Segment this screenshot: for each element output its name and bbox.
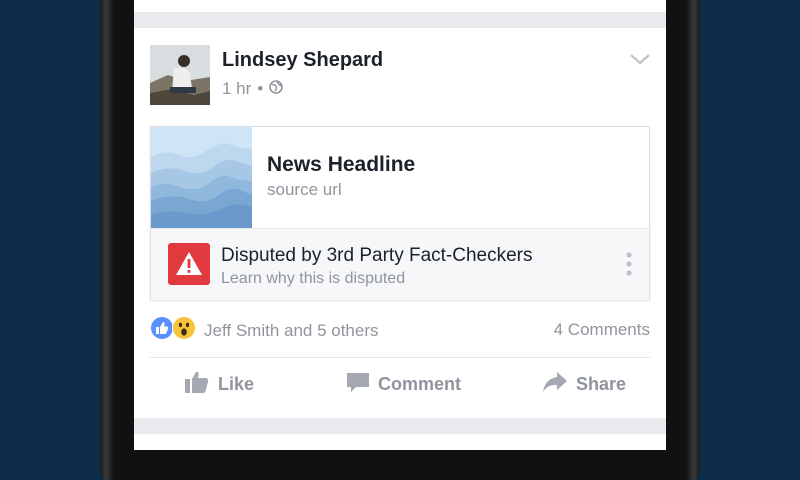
warning-icon [168, 243, 210, 285]
news-feed-post: Lindsey Shepard 1 hr • News Headline sou… [134, 28, 666, 418]
reactions-summary[interactable]: Jeff Smith and 5 others [150, 316, 379, 345]
comment-button[interactable]: Comment [346, 370, 461, 399]
comment-label: Comment [378, 374, 462, 394]
comments-count[interactable]: 4 Comments [554, 320, 650, 340]
share-label: Share [576, 374, 627, 394]
meta-separator: • [257, 79, 264, 98]
thumbs-up-icon [184, 370, 210, 399]
dispute-banner[interactable]: Disputed by 3rd Party Fact-Checkers Lear… [151, 228, 649, 300]
post-author[interactable]: Lindsey Shepard [222, 49, 383, 72]
divider [150, 357, 650, 358]
post-actions-bar: Like Comment Share [134, 370, 666, 406]
reaction-names: Jeff Smith and 5 others [204, 320, 379, 340]
link-source: source url [267, 180, 342, 199]
previous-post-card [134, 0, 666, 12]
post-options-chevron-icon[interactable] [628, 51, 652, 67]
post-meta: 1 hr • [222, 79, 284, 99]
link-thumbnail [151, 127, 252, 228]
globe-icon [269, 79, 284, 99]
share-button[interactable]: Share [542, 370, 626, 399]
share-icon [542, 370, 568, 399]
wow-icon [172, 316, 196, 345]
more-options-icon[interactable] [625, 251, 633, 277]
shared-link-card[interactable]: News Headline source url Disputed by 3rd… [150, 126, 650, 300]
like-icon [150, 316, 174, 345]
link-headline[interactable]: News Headline [267, 153, 415, 177]
next-post-card [134, 434, 666, 450]
comment-icon [346, 370, 370, 399]
post-time[interactable]: 1 hr [222, 79, 251, 99]
like-label: Like [218, 374, 255, 394]
dispute-learn-more-link[interactable]: Learn why this is disputed [221, 270, 405, 288]
phone-screen: Lindsey Shepard 1 hr • News Headline sou… [134, 0, 666, 450]
avatar[interactable] [150, 45, 210, 105]
dispute-title: Disputed by 3rd Party Fact-Checkers [221, 245, 533, 266]
like-button[interactable]: Like [184, 370, 254, 399]
